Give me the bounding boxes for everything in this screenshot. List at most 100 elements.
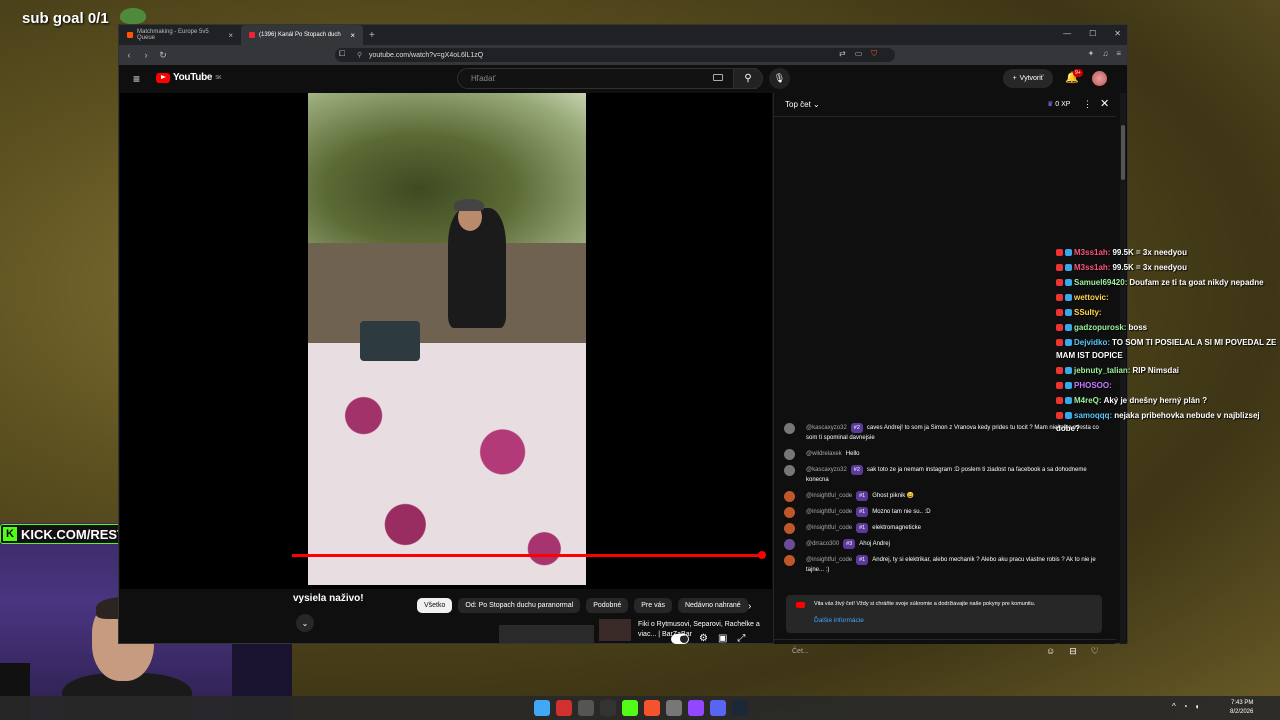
- address-bar-actions: ⇄ ▭ ⛉: [839, 49, 877, 59]
- overlay-chat-text: boss: [1128, 323, 1148, 332]
- taskbar-clock[interactable]: 7:43 PM 8/2/2026: [1230, 699, 1253, 717]
- twitch-icon[interactable]: [688, 700, 704, 716]
- minimize-button[interactable]: —: [1063, 29, 1071, 38]
- chat-author[interactable]: @drraco300: [806, 541, 839, 547]
- chrome-icon[interactable]: [666, 700, 682, 716]
- discord-icon[interactable]: [710, 700, 726, 716]
- chat-text: sak toto ze ja nemam instagram :D poslem…: [806, 467, 1087, 483]
- tray-chevron-icon[interactable]: ^: [1172, 702, 1176, 711]
- chat-avatar[interactable]: [784, 507, 795, 518]
- wifi-icon[interactable]: ◔: [1183, 702, 1188, 711]
- tab-youtube[interactable]: (1396) Kanál Po Stopach duch ×: [241, 25, 363, 45]
- chat-author[interactable]: @insightful_code: [806, 493, 852, 499]
- chat-author[interactable]: @kascaxyzo32: [806, 467, 847, 473]
- forward-icon[interactable]: ›: [139, 48, 153, 62]
- chat-avatar[interactable]: [784, 491, 795, 502]
- chat-input[interactable]: Čet...: [792, 648, 809, 655]
- start-icon[interactable]: [534, 700, 550, 716]
- chip-for-you[interactable]: Pre vás: [634, 598, 672, 613]
- back-icon[interactable]: ‹: [122, 48, 136, 62]
- keyboard-icon[interactable]: [713, 74, 723, 81]
- overlay-chat-line: M4reQ: Aký je dnešny herný plán ?: [1056, 394, 1280, 407]
- progress-scrubber[interactable]: [758, 551, 766, 559]
- recommendation-thumbnail-partial[interactable]: [499, 625, 594, 643]
- sub-badge-icon: [1056, 294, 1063, 302]
- steam-icon[interactable]: [732, 700, 748, 716]
- expand-chevron-icon[interactable]: ⌄: [296, 614, 314, 632]
- gift-badge-icon: [1065, 382, 1072, 390]
- heart-icon[interactable]: ♡: [1091, 646, 1099, 657]
- chat-avatar[interactable]: [784, 523, 795, 534]
- overlay-chat-line: wettovic:: [1056, 291, 1280, 304]
- chat-author[interactable]: @kascaxyzo32: [806, 425, 847, 431]
- video-flower-blanket: [308, 343, 586, 585]
- cast-icon[interactable]: ▭: [855, 49, 863, 59]
- chat-author[interactable]: @insightful_code: [806, 525, 852, 531]
- gift-badge-icon: [1065, 279, 1072, 287]
- overlay-chat-line: samoqqq: nejaka pribehovka nebude v najbl…: [1056, 409, 1280, 435]
- create-button[interactable]: + Vytvoriť: [1003, 69, 1053, 88]
- brave-icon[interactable]: [644, 700, 660, 716]
- close-window-button[interactable]: ✕: [1114, 29, 1121, 38]
- bookmark-icon[interactable]: ⧠: [339, 49, 345, 59]
- search-button[interactable]: ⚲: [733, 68, 763, 89]
- chat-avatar[interactable]: [784, 539, 795, 550]
- close-chat-icon[interactable]: ✕: [1100, 97, 1109, 110]
- chat-avatar[interactable]: [784, 449, 795, 460]
- xp-badge[interactable]: ♛ 0 XP: [1047, 100, 1070, 108]
- faceit-icon: [127, 32, 133, 38]
- hamburger-menu-icon[interactable]: ≡: [133, 72, 140, 86]
- maps-icon[interactable]: [556, 700, 572, 716]
- voice-search-button[interactable]: 🎙: [769, 68, 790, 89]
- close-icon[interactable]: ×: [228, 31, 233, 40]
- youtube-logo[interactable]: YouTube SK: [156, 72, 222, 83]
- chat-mode-dropdown[interactable]: Top čet ⌄: [785, 100, 820, 109]
- chat-author[interactable]: @insightful_code: [806, 509, 852, 515]
- recommendation-title[interactable]: Fiki o Rytmusovi, Separovi, Rachelke a v…: [638, 620, 764, 640]
- pepe-emote-icon: [120, 8, 146, 24]
- video-player[interactable]: ⚙ ▣ ⤢: [120, 93, 772, 644]
- sub-badge-icon: [1056, 339, 1063, 347]
- overlay-chat-username: wettovic:: [1074, 293, 1109, 302]
- volume-icon[interactable]: ◖: [1195, 702, 1200, 711]
- kick-icon[interactable]: [622, 700, 638, 716]
- super-chat-icon[interactable]: ⊟: [1069, 646, 1077, 657]
- member-badge: #1: [856, 555, 869, 565]
- overlay-chat-line: SSulty:: [1056, 306, 1280, 319]
- brave-shield-icon[interactable]: ⛉: [871, 49, 877, 59]
- overlay-chat-text: Aký je dnešny herný plán ?: [1103, 396, 1208, 405]
- site-info-icon[interactable]: ⚲: [357, 51, 362, 59]
- snipping-icon[interactable]: [578, 700, 594, 716]
- scrollbar-thumb[interactable]: [1121, 125, 1125, 180]
- clock-date: 8/2/2026: [1230, 709, 1254, 715]
- more-options-icon[interactable]: ⋮: [1083, 99, 1092, 110]
- gift-badge-icon: [1065, 339, 1072, 347]
- media-icon[interactable]: ♫: [1102, 49, 1108, 58]
- extensions-icon[interactable]: ✦: [1088, 49, 1095, 58]
- url-field[interactable]: ⚲ youtube.com/watch?v=gX4oL6lL1zQ: [335, 48, 895, 62]
- chat-avatar[interactable]: [784, 465, 795, 476]
- chat-avatar[interactable]: [784, 423, 795, 434]
- search-input[interactable]: Hľadať: [457, 68, 757, 89]
- chat-avatar[interactable]: [784, 555, 795, 566]
- more-info-link[interactable]: Ďalšie informácie: [814, 617, 864, 624]
- chip-all[interactable]: Všetko: [417, 598, 453, 613]
- maximize-button[interactable]: ☐: [1089, 29, 1096, 38]
- chip-recent[interactable]: Nedávno nahrané: [677, 598, 748, 613]
- notification-count-badge: 9+: [1073, 69, 1083, 77]
- chat-author[interactable]: @wildrelaxek: [806, 451, 842, 457]
- menu-icon[interactable]: ≡: [1116, 49, 1121, 58]
- chat-author[interactable]: @insightful_code: [806, 557, 852, 563]
- recommendation-thumbnail[interactable]: [599, 619, 631, 641]
- translate-icon[interactable]: ⇄: [839, 49, 846, 59]
- account-avatar[interactable]: [1092, 71, 1107, 86]
- obs-icon[interactable]: [600, 700, 616, 716]
- new-tab-button[interactable]: +: [363, 30, 381, 41]
- close-icon[interactable]: ×: [350, 31, 355, 40]
- chips-next-chevron-icon[interactable]: ›: [748, 601, 751, 612]
- chip-channel[interactable]: Od: Po Stopach duchu paranormal: [458, 598, 581, 613]
- reload-icon[interactable]: ↻: [156, 48, 170, 62]
- chip-similar[interactable]: Podobné: [586, 598, 629, 613]
- tab-matchmaking[interactable]: Matchmaking - Europe 5v5 Queue ×: [119, 25, 241, 45]
- emoji-icon[interactable]: ☺: [1046, 646, 1055, 657]
